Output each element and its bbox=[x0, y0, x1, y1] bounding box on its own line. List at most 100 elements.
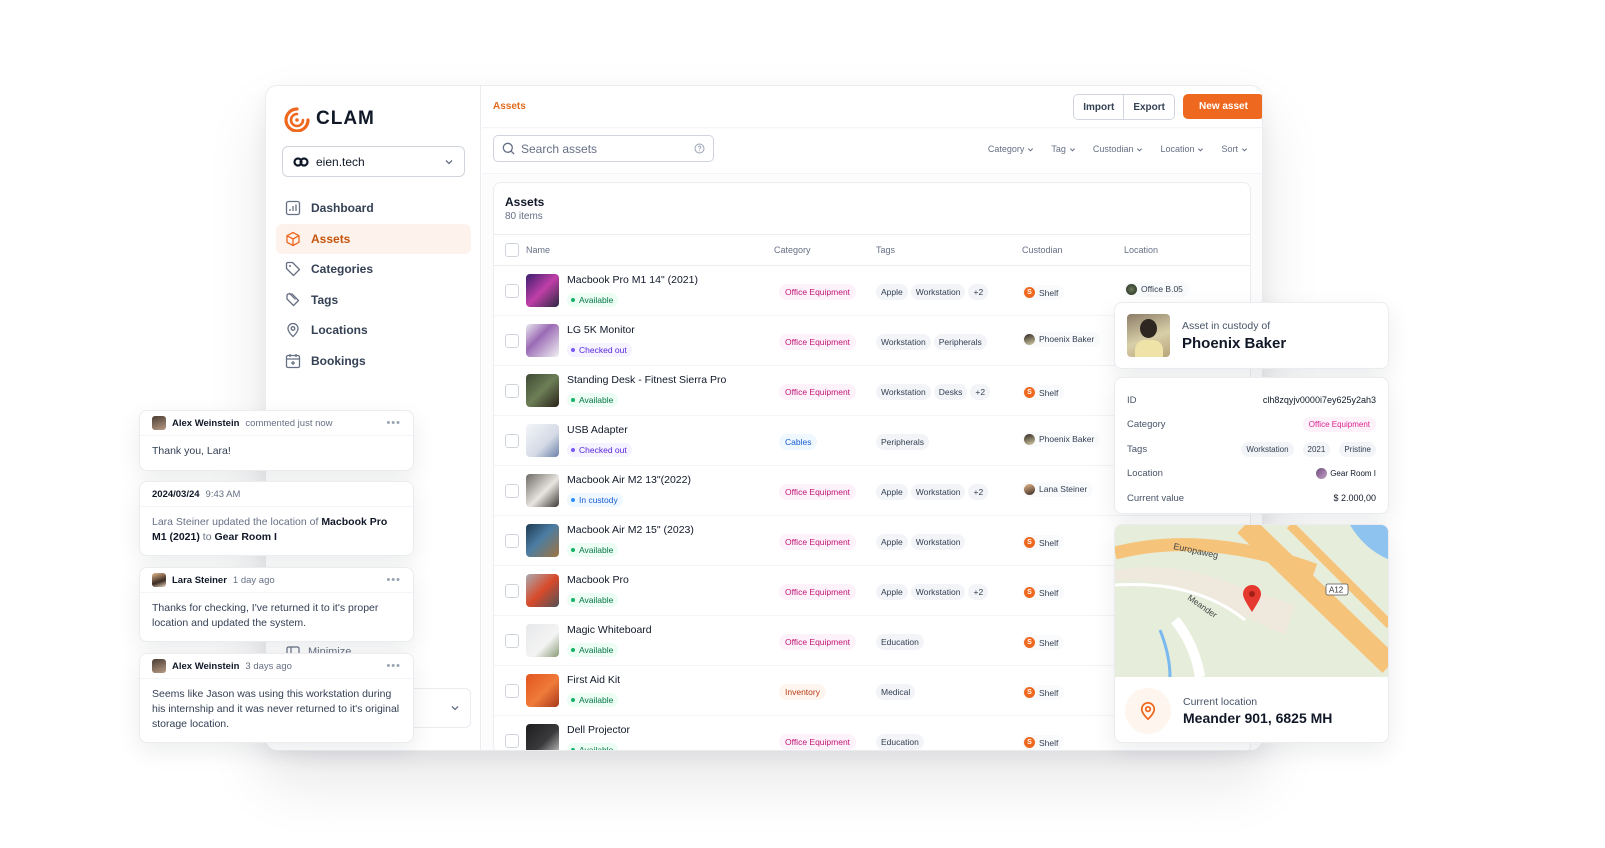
custodian-name: Shelf bbox=[1039, 387, 1059, 398]
detail-label: ID bbox=[1127, 394, 1137, 406]
asset-name[interactable]: LG 5K Monitor bbox=[567, 324, 635, 336]
asset-thumbnail[interactable] bbox=[526, 324, 559, 357]
comment-author[interactable]: Lara Steiner bbox=[172, 575, 227, 586]
asset-thumbnail[interactable] bbox=[526, 624, 559, 657]
help-icon[interactable] bbox=[694, 143, 705, 154]
tag-badge: 2021 bbox=[1302, 441, 1331, 457]
sidebar-item-locations[interactable]: Locations bbox=[276, 315, 471, 345]
column-category[interactable]: Category bbox=[774, 245, 876, 255]
tag-badge: Workstation bbox=[910, 533, 966, 550]
status-label: Checked out bbox=[579, 445, 627, 455]
asset-name[interactable]: Standing Desk - Fitnest Sierra Pro bbox=[567, 374, 726, 386]
row-checkbox[interactable] bbox=[505, 483, 519, 498]
location-badge[interactable]: Office B.05 bbox=[1124, 281, 1189, 297]
sidebar-item-tags[interactable]: Tags bbox=[276, 285, 471, 315]
filter-tag[interactable]: Tag bbox=[1051, 144, 1076, 154]
status-label: Checked out bbox=[579, 345, 627, 355]
asset-name[interactable]: USB Adapter bbox=[567, 424, 632, 436]
asset-thumbnail[interactable] bbox=[526, 724, 559, 750]
column-custodian[interactable]: Custodian bbox=[1022, 245, 1124, 255]
new-asset-button[interactable]: New asset bbox=[1183, 94, 1262, 119]
breadcrumb[interactable]: Assets bbox=[493, 101, 526, 112]
search-input[interactable] bbox=[521, 141, 688, 156]
logo[interactable]: CLAM bbox=[282, 106, 375, 132]
custodian-badge[interactable]: Phoenix Baker bbox=[1022, 431, 1101, 447]
location-value[interactable]: Gear Room I bbox=[1330, 469, 1376, 478]
asset-name[interactable]: Macbook Air M2 15" (2023) bbox=[567, 524, 694, 536]
asset-name[interactable]: Macbook Air M2 13"(2022) bbox=[567, 474, 691, 486]
filter-location[interactable]: Location bbox=[1160, 144, 1204, 154]
asset-name[interactable]: Macbook Pro bbox=[567, 574, 629, 586]
filter-custodian[interactable]: Custodian bbox=[1093, 144, 1144, 154]
asset-name[interactable]: Macbook Pro M1 14" (2021) bbox=[567, 274, 698, 286]
comment-author[interactable]: Alex Weinstein bbox=[172, 661, 239, 672]
select-all-checkbox[interactable] bbox=[505, 243, 519, 257]
sidebar-item-bookings[interactable]: Bookings bbox=[276, 346, 471, 376]
search-box[interactable] bbox=[493, 135, 714, 162]
custodian-badge[interactable]: S Shelf bbox=[1022, 585, 1065, 600]
asset-name[interactable]: Magic Whiteboard bbox=[567, 624, 652, 636]
row-checkbox[interactable] bbox=[505, 633, 519, 648]
asset-thumbnail[interactable] bbox=[526, 674, 559, 707]
filter-sort[interactable]: Sort bbox=[1221, 144, 1248, 154]
status-label: Available bbox=[579, 695, 614, 705]
sidebar-item-categories[interactable]: Categories bbox=[276, 254, 471, 284]
row-checkbox[interactable] bbox=[505, 533, 519, 548]
table-header: Assets 80 items bbox=[494, 183, 1250, 235]
sidebar-item-dashboard[interactable]: Dashboard bbox=[276, 193, 471, 223]
chevron-down-icon bbox=[445, 159, 453, 164]
shelf-logo-icon: S bbox=[1024, 737, 1035, 748]
custodian-badge[interactable]: S Shelf bbox=[1022, 635, 1065, 650]
custodian-badge[interactable]: Phoenix Baker bbox=[1022, 331, 1101, 347]
map[interactable]: Europaweg Meander A12 bbox=[1115, 525, 1389, 677]
sidebar-item-assets[interactable]: Assets bbox=[276, 223, 471, 254]
asset-name[interactable]: First Aid Kit bbox=[567, 674, 620, 686]
status-dot-icon bbox=[571, 448, 575, 452]
asset-thumbnail[interactable] bbox=[526, 374, 559, 407]
more-options-icon[interactable]: ••• bbox=[386, 574, 401, 586]
table-title: Assets bbox=[505, 195, 545, 209]
asset-thumbnail[interactable] bbox=[526, 424, 559, 457]
custodian-badge[interactable]: S Shelf bbox=[1022, 735, 1065, 750]
custodian-badge[interactable]: S Shelf bbox=[1022, 285, 1065, 300]
asset-name[interactable]: Dell Projector bbox=[567, 724, 630, 736]
custodian-name[interactable]: Phoenix Baker bbox=[1182, 335, 1286, 352]
status-dot-icon bbox=[571, 398, 575, 402]
filter-label: Category bbox=[987, 144, 1025, 154]
row-checkbox[interactable] bbox=[505, 383, 519, 398]
more-options-icon[interactable]: ••• bbox=[386, 417, 401, 429]
asset-thumbnail[interactable] bbox=[526, 524, 559, 557]
filter-category[interactable]: Category bbox=[988, 144, 1035, 154]
location-address: Meander 901, 6825 MH bbox=[1183, 709, 1333, 726]
row-checkbox[interactable] bbox=[505, 683, 519, 698]
org-switcher[interactable]: eien.tech bbox=[282, 146, 465, 177]
more-options-icon[interactable]: ••• bbox=[386, 660, 401, 672]
custodian-name: Phoenix Baker bbox=[1039, 334, 1095, 344]
row-checkbox[interactable] bbox=[505, 733, 519, 748]
comment-author[interactable]: Alex Weinstein bbox=[172, 418, 239, 429]
custodian-badge[interactable]: Lana Steiner bbox=[1022, 481, 1094, 497]
asset-thumbnail[interactable] bbox=[526, 474, 559, 507]
row-checkbox[interactable] bbox=[505, 583, 519, 598]
custodian-badge[interactable]: S Shelf bbox=[1022, 535, 1065, 550]
row-checkbox[interactable] bbox=[505, 433, 519, 448]
row-checkbox[interactable] bbox=[505, 333, 519, 348]
filter-label: Custodian bbox=[1092, 144, 1134, 154]
asset-thumbnail[interactable] bbox=[526, 574, 559, 607]
custodian-badge[interactable]: S Shelf bbox=[1022, 685, 1065, 700]
asset-thumbnail[interactable] bbox=[526, 274, 559, 307]
custodian-photo bbox=[1127, 314, 1170, 357]
import-button[interactable]: Import bbox=[1074, 95, 1124, 119]
row-checkbox[interactable] bbox=[505, 283, 519, 298]
column-tags[interactable]: Tags bbox=[876, 245, 1022, 255]
status-badge: Checked out bbox=[567, 443, 632, 457]
custodian-badge[interactable]: S Shelf bbox=[1022, 385, 1065, 400]
chevron-down-icon bbox=[1241, 147, 1248, 152]
status-dot-icon bbox=[571, 298, 575, 302]
activity-target[interactable]: Gear Room I bbox=[214, 531, 276, 543]
column-name[interactable]: Name bbox=[526, 245, 774, 255]
column-location[interactable]: Location bbox=[1124, 245, 1250, 255]
status-badge: Available bbox=[567, 743, 619, 750]
sidebar-nav: Dashboard Assets Categories Tags Locatio… bbox=[276, 193, 471, 376]
export-button[interactable]: Export bbox=[1123, 95, 1174, 119]
